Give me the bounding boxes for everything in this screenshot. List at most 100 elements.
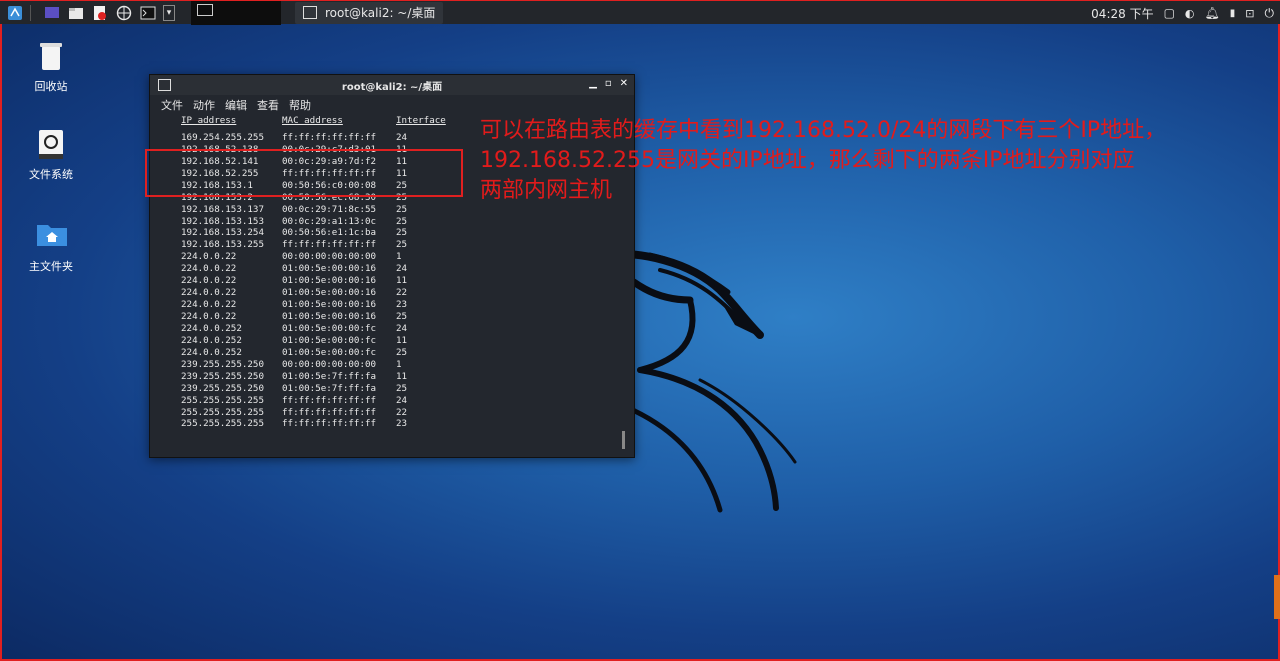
table-row: 239.255.255.250 01:00:5e:7f:ff:fa 11 <box>181 371 634 383</box>
terminal-menubar: 文件 动作 编辑 查看 帮助 <box>150 95 634 115</box>
mac-cell: 00:00:00:00:00:00 <box>282 251 377 263</box>
interface-cell: 24 <box>396 263 408 275</box>
show-desktop-icon[interactable] <box>43 4 61 22</box>
annotation-line: 可以在路由表的缓存中看到192.168.52.0/24的网段下有三个IP地址， <box>480 118 1167 143</box>
ip-cell: 255.255.255.255 <box>181 394 264 406</box>
ip-cell: 224.0.0.22 <box>181 275 237 287</box>
interface-cell: 25 <box>396 346 408 358</box>
terminal-icon <box>303 6 317 19</box>
interface-cell: 25 <box>396 215 408 227</box>
kali-menu-icon[interactable] <box>6 4 24 22</box>
ip-cell: 224.0.0.252 <box>181 346 242 358</box>
mac-cell: 01:00:5e:00:00:fc <box>282 322 377 334</box>
battery-icon[interactable]: ▮ <box>1230 8 1236 19</box>
maximize-icon[interactable]: ▫ <box>605 78 612 89</box>
mac-cell: 00:50:56:e1:1c:ba <box>282 227 377 239</box>
ip-cell: 239.255.255.250 <box>181 358 264 370</box>
table-row: 224.0.0.22 01:00:5e:00:00:16 11 <box>181 275 634 287</box>
display-icon[interactable]: ▢ <box>1164 6 1175 20</box>
menu-help[interactable]: 帮助 <box>289 97 311 113</box>
header-mac: MAC address <box>282 115 343 126</box>
drive-icon <box>36 128 66 160</box>
terminal-launcher-icon[interactable] <box>139 4 157 22</box>
ip-cell: 169.254.255.255 <box>181 131 264 143</box>
table-row: 224.0.0.252 01:00:5e:00:00:fc 25 <box>181 347 634 359</box>
menu-action[interactable]: 动作 <box>193 97 215 113</box>
mac-cell: 01:00:5e:7f:ff:fa <box>282 382 377 394</box>
top-panel: ▾ root@kali2: ~/桌面 04:28 下午 ▢ ◐ 🔔︎ ▮ ⊡ ⏻ <box>0 0 1280 25</box>
mac-cell: 00:00:00:00:00:00 <box>282 358 377 370</box>
mac-cell: 01:00:5e:00:00:16 <box>282 275 377 287</box>
mac-cell: 01:00:5e:00:00:16 <box>282 311 377 322</box>
annotation-line: 192.168.52.255是网关的IP地址，那么剩下的两条IP地址分别对应 <box>480 148 1135 173</box>
menu-view[interactable]: 查看 <box>257 97 279 113</box>
table-row: 255.255.255.255 ff:ff:ff:ff:ff:ff 24 <box>181 395 634 407</box>
table-row: 255.255.255.255 ff:ff:ff:ff:ff:ff 23 <box>181 418 634 430</box>
notification-bell-icon[interactable]: 🔔︎ <box>1205 6 1220 20</box>
desktop-icon-trash[interactable]: 回收站 <box>11 40 91 94</box>
ip-cell: 255.255.255.255 <box>181 418 264 430</box>
table-row: 224.0.0.252 01:00:5e:00:00:fc 11 <box>181 335 634 347</box>
minimize-icon[interactable]: ▁ <box>589 78 597 89</box>
mac-cell: 01:00:5e:7f:ff:fa <box>282 370 377 382</box>
lock-screen-icon[interactable]: ⊡ <box>1245 7 1254 20</box>
interface-cell: 24 <box>396 131 408 143</box>
interface-cell: 24 <box>396 394 408 406</box>
panel-separator <box>30 4 31 21</box>
ip-cell: 224.0.0.22 <box>181 299 237 311</box>
menu-file[interactable]: 文件 <box>161 97 183 113</box>
home-folder-icon <box>36 220 67 252</box>
table-row: 224.0.0.22 00:00:00:00:00:00 1 <box>181 251 634 263</box>
interface-cell: 11 <box>396 370 408 382</box>
taskbar-terminal-button[interactable]: root@kali2: ~/桌面 <box>295 1 443 24</box>
screen-edge-scrollbar[interactable] <box>1274 575 1280 619</box>
interface-cell: 24 <box>396 322 408 334</box>
ip-cell: 192.168.153.153 <box>181 215 264 227</box>
close-icon[interactable]: ✕ <box>620 78 628 89</box>
ip-cell: 224.0.0.22 <box>181 251 237 263</box>
power-icon[interactable]: ⏻ <box>1265 6 1275 21</box>
mac-cell: 01:00:5e:00:00:fc <box>282 334 377 346</box>
desktop-icon-home[interactable]: 主文件夹 <box>11 220 91 274</box>
ip-cell: 255.255.255.255 <box>181 406 264 418</box>
trash-icon <box>36 40 66 72</box>
highlight-box <box>145 149 463 197</box>
mac-cell: ff:ff:ff:ff:ff:ff <box>282 418 377 430</box>
table-row: 192.168.153.254 00:50:56:e1:1c:ba 25 <box>181 227 634 239</box>
annotation-text: 可以在路由表的缓存中看到192.168.52.0/24的网段下有三个IP地址， … <box>480 116 1240 206</box>
panel-tray: 04:28 下午 ▢ ◐ 🔔︎ ▮ ⊡ ⏻ <box>1091 1 1274 25</box>
window-title: root@kali2: ~/桌面 <box>341 81 443 93</box>
mac-cell: 01:00:5e:00:00:fc <box>282 346 377 358</box>
menu-edit[interactable]: 编辑 <box>225 97 247 113</box>
desktop-icon-label: 主文件夹 <box>29 260 73 273</box>
desktop-icon-label: 文件系统 <box>29 168 73 181</box>
text-editor-icon[interactable] <box>91 4 109 22</box>
header-ip: IP address <box>181 115 237 126</box>
web-browser-icon[interactable] <box>115 4 133 22</box>
interface-cell: 23 <box>396 418 408 430</box>
file-manager-icon[interactable] <box>67 4 85 22</box>
interface-cell: 11 <box>396 334 408 346</box>
workspace-preview[interactable] <box>197 3 213 16</box>
terminal-titlebar[interactable]: root@kali2: ~/桌面 ▁ ▫ ✕ <box>150 75 634 95</box>
header-interface: Interface <box>396 115 446 126</box>
workspace-switcher[interactable] <box>191 0 281 25</box>
ip-cell: 224.0.0.22 <box>181 287 237 299</box>
volume-icon[interactable]: ◐ <box>1185 7 1195 20</box>
desktop-icon-label: 回收站 <box>34 80 68 93</box>
ip-cell: 224.0.0.252 <box>181 322 242 334</box>
mac-cell: ff:ff:ff:ff:ff:ff <box>282 239 377 251</box>
mac-cell: ff:ff:ff:ff:ff:ff <box>282 406 377 418</box>
interface-cell: 22 <box>396 406 408 418</box>
interface-cell: 22 <box>396 287 408 299</box>
clock[interactable]: 04:28 下午 <box>1091 5 1153 22</box>
chevron-down-icon[interactable]: ▾ <box>163 4 175 21</box>
interface-cell: 25 <box>396 203 408 215</box>
terminal-scrollbar[interactable] <box>622 431 625 449</box>
ip-cell: 192.168.153.255 <box>181 239 264 251</box>
table-row: 192.168.153.153 00:0c:29:a1:13:0c 25 <box>181 216 634 228</box>
desktop-icon-filesystem[interactable]: 文件系统 <box>11 128 91 182</box>
table-row: 224.0.0.22 01:00:5e:00:00:16 22 <box>181 287 634 299</box>
ip-cell: 224.0.0.22 <box>181 311 237 322</box>
interface-cell: 25 <box>396 239 408 251</box>
